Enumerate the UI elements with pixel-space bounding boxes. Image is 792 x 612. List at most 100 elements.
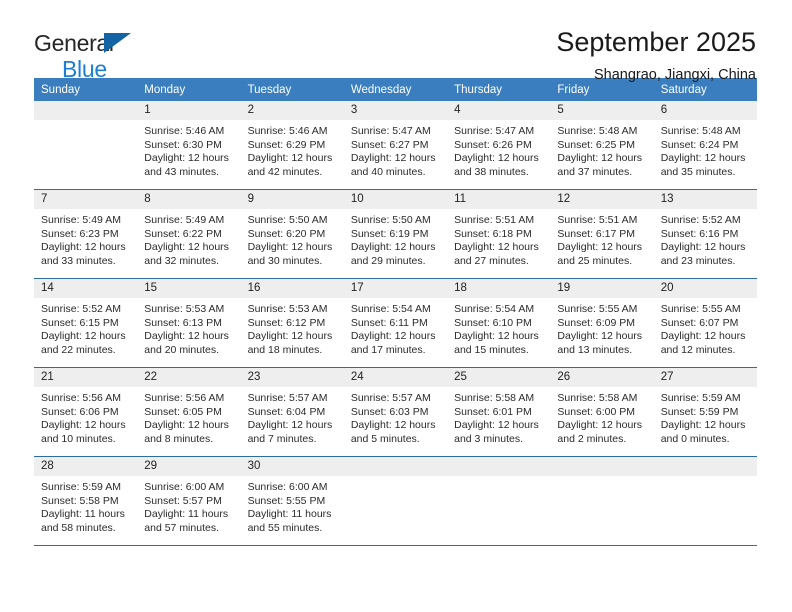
day-cell-inner: 2 Sunrise: 5:46 AM Sunset: 6:29 PM Daylight… (240, 101, 344, 189)
daylight-duration-line1: Daylight: 11 hours (41, 508, 125, 521)
calendar-day-cell[interactable]: 22 Sunrise: 5:56 AM Sunset: 6:05 PM Dayligh… (137, 367, 241, 457)
calendar-day-cell[interactable]: 9 Sunrise: 5:50 AM Sunset: 6:20 PM Daylight… (240, 189, 344, 279)
page-header: General Blue September 2025 Shangrao, Ji… (0, 0, 792, 82)
day-details (344, 476, 447, 481)
calendar-day-cell[interactable]: 24 Sunrise: 5:57 AM Sunset: 6:03 PM Dayligh… (343, 367, 448, 457)
calendar-day-cell[interactable]: 17 Sunrise: 5:54 AM Sunset: 6:11 PM Dayligh… (343, 278, 448, 368)
calendar-day-cell[interactable]: 16 Sunrise: 5:53 AM Sunset: 6:12 PM Dayligh… (240, 278, 344, 368)
day-cell-inner: 11 Sunrise: 5:51 AM Sunset: 6:18 PM Dayligh… (447, 190, 551, 278)
sunset-time: Sunset: 6:17 PM (557, 227, 636, 240)
day-cell-inner: 21 Sunrise: 5:56 AM Sunset: 6:06 PM Dayligh… (34, 368, 138, 456)
calendar-cell-empty (447, 456, 551, 546)
day-details: Sunrise: 5:49 AM Sunset: 6:22 PM Daylight:… (137, 209, 240, 268)
day-number: 19 (550, 279, 654, 298)
day-number: 13 (653, 190, 757, 209)
weekday-header-monday: Monday (137, 78, 241, 101)
sunrise-time: Sunrise: 5:47 AM (454, 125, 535, 137)
day-number: 23 (240, 368, 344, 387)
day-cell-inner: 22 Sunrise: 5:56 AM Sunset: 6:05 PM Dayligh… (137, 368, 241, 456)
calendar-day-cell[interactable]: 15 Sunrise: 5:53 AM Sunset: 6:13 PM Dayligh… (137, 278, 241, 368)
sunrise-time: Sunrise: 5:46 AM (144, 125, 225, 137)
sunrise-time: Sunrise: 5:57 AM (247, 392, 328, 404)
day-details: Sunrise: 5:54 AM Sunset: 6:11 PM Daylight:… (344, 298, 447, 357)
day-cell-inner: 23 Sunrise: 5:57 AM Sunset: 6:04 PM Dayligh… (240, 368, 344, 456)
day-number: 1 (137, 101, 241, 120)
day-number: 24 (343, 368, 448, 387)
calendar-day-cell[interactable]: 20 Sunrise: 5:55 AM Sunset: 6:07 PM Dayligh… (653, 278, 757, 368)
daylight-duration-line2: and 42 minutes. (247, 165, 323, 178)
calendar-body: 1 Sunrise: 5:46 AM Sunset: 6:30 PM Daylight… (34, 101, 757, 546)
day-number: 27 (653, 368, 757, 387)
calendar-day-cell[interactable]: 8 Sunrise: 5:49 AM Sunset: 6:22 PM Daylight… (137, 189, 241, 279)
daylight-duration-line2: and 15 minutes. (454, 343, 529, 356)
daylight-duration-line2: and 7 minutes. (247, 432, 317, 445)
calendar-day-cell[interactable]: 4 Sunrise: 5:47 AM Sunset: 6:26 PM Daylight… (447, 101, 551, 190)
day-cell-inner (34, 101, 138, 189)
calendar-day-cell[interactable]: 13 Sunrise: 5:52 AM Sunset: 6:16 PM Dayligh… (653, 189, 757, 279)
day-number (447, 457, 551, 476)
logo-text-general: General (34, 30, 114, 56)
daylight-duration-line2: and 30 minutes. (247, 254, 323, 267)
day-details: Sunrise: 5:55 AM Sunset: 6:09 PM Daylight:… (550, 298, 653, 357)
calendar-day-cell[interactable]: 21 Sunrise: 5:56 AM Sunset: 6:06 PM Dayligh… (34, 367, 138, 457)
calendar-day-cell[interactable]: 10 Sunrise: 5:50 AM Sunset: 6:19 PM Dayligh… (343, 189, 448, 279)
calendar-day-cell[interactable]: 30 Sunrise: 6:00 AM Sunset: 5:55 PM Dayligh… (240, 456, 344, 546)
day-cell-inner: 27 Sunrise: 5:59 AM Sunset: 5:59 PM Dayligh… (653, 368, 757, 456)
daylight-duration-line1: Daylight: 12 hours (247, 419, 333, 432)
day-number: 6 (653, 101, 757, 120)
logo-line-general: General (34, 30, 131, 56)
sunset-time: Sunset: 6:05 PM (144, 405, 222, 418)
calendar-day-cell[interactable]: 18 Sunrise: 5:54 AM Sunset: 6:10 PM Dayligh… (447, 278, 551, 368)
calendar-day-cell[interactable]: 25 Sunrise: 5:58 AM Sunset: 6:01 PM Dayligh… (447, 367, 551, 457)
sunrise-time: Sunrise: 5:57 AM (350, 392, 431, 404)
calendar-day-cell[interactable]: 12 Sunrise: 5:51 AM Sunset: 6:17 PM Dayligh… (550, 189, 654, 279)
calendar-day-cell[interactable]: 19 Sunrise: 5:55 AM Sunset: 6:09 PM Dayligh… (550, 278, 654, 368)
day-number: 5 (550, 101, 654, 120)
daylight-duration-line1: Daylight: 12 hours (557, 330, 643, 343)
day-details: Sunrise: 5:57 AM Sunset: 6:03 PM Daylight:… (344, 387, 447, 446)
daylight-duration-line2: and 55 minutes. (247, 521, 323, 534)
day-number: 29 (137, 457, 241, 476)
calendar-day-cell[interactable]: 7 Sunrise: 5:49 AM Sunset: 6:23 PM Daylight… (34, 189, 138, 279)
sunrise-time: Sunrise: 6:00 AM (247, 481, 328, 493)
day-cell-inner: 12 Sunrise: 5:51 AM Sunset: 6:17 PM Dayligh… (550, 190, 654, 278)
daylight-duration-line1: Daylight: 12 hours (144, 152, 229, 165)
day-details: Sunrise: 5:53 AM Sunset: 6:12 PM Daylight:… (241, 298, 344, 357)
sunset-time: Sunset: 6:00 PM (557, 405, 636, 418)
page-title: September 2025 (556, 27, 756, 57)
daylight-duration-line2: and 25 minutes. (557, 254, 633, 267)
daylight-duration-line2: and 10 minutes. (41, 432, 116, 445)
calendar-day-cell[interactable]: 11 Sunrise: 5:51 AM Sunset: 6:18 PM Dayligh… (447, 189, 551, 279)
day-details: Sunrise: 5:50 AM Sunset: 6:20 PM Daylight:… (241, 209, 344, 268)
weekday-header-wednesday: Wednesday (343, 78, 448, 101)
calendar-week-row: 28 Sunrise: 5:59 AM Sunset: 5:58 PM Dayligh… (34, 456, 757, 546)
weekday-header-tuesday: Tuesday (240, 78, 344, 101)
calendar-day-cell[interactable]: 6 Sunrise: 5:48 AM Sunset: 6:24 PM Daylight… (653, 101, 757, 190)
day-details: Sunrise: 5:46 AM Sunset: 6:29 PM Daylight:… (241, 120, 344, 179)
calendar-day-cell[interactable]: 1 Sunrise: 5:46 AM Sunset: 6:30 PM Daylight… (137, 101, 241, 190)
day-number: 21 (34, 368, 138, 387)
day-details: Sunrise: 5:50 AM Sunset: 6:19 PM Daylight:… (344, 209, 447, 268)
calendar-day-cell[interactable]: 26 Sunrise: 5:58 AM Sunset: 6:00 PM Dayligh… (550, 367, 654, 457)
sunset-time: Sunset: 6:29 PM (247, 138, 326, 151)
daylight-duration-line1: Daylight: 12 hours (247, 330, 333, 343)
daylight-duration-line1: Daylight: 12 hours (454, 419, 539, 432)
calendar-day-cell[interactable]: 2 Sunrise: 5:46 AM Sunset: 6:29 PM Daylight… (240, 101, 344, 190)
calendar-week-row: 21 Sunrise: 5:56 AM Sunset: 6:06 PM Dayligh… (34, 367, 757, 457)
daylight-duration-line2: and 40 minutes. (350, 165, 426, 178)
day-number: 2 (240, 101, 344, 120)
calendar-day-cell[interactable]: 29 Sunrise: 6:00 AM Sunset: 5:57 PM Dayligh… (137, 456, 241, 546)
day-details: Sunrise: 5:51 AM Sunset: 6:18 PM Daylight:… (447, 209, 550, 268)
calendar-day-cell[interactable]: 3 Sunrise: 5:47 AM Sunset: 6:27 PM Daylight… (343, 101, 448, 190)
calendar-day-cell[interactable]: 23 Sunrise: 5:57 AM Sunset: 6:04 PM Dayligh… (240, 367, 344, 457)
calendar-day-cell[interactable]: 5 Sunrise: 5:48 AM Sunset: 6:25 PM Daylight… (550, 101, 654, 190)
sunrise-time: Sunrise: 5:56 AM (144, 392, 225, 404)
day-details (550, 476, 653, 481)
calendar-day-cell[interactable]: 27 Sunrise: 5:59 AM Sunset: 5:59 PM Dayligh… (653, 367, 757, 457)
sunset-time: Sunset: 6:25 PM (557, 138, 636, 151)
sunrise-time: Sunrise: 5:55 AM (557, 303, 638, 315)
day-cell-inner: 4 Sunrise: 5:47 AM Sunset: 6:26 PM Daylight… (447, 101, 551, 189)
calendar-day-cell[interactable]: 14 Sunrise: 5:52 AM Sunset: 6:15 PM Dayligh… (34, 278, 138, 368)
calendar-day-cell[interactable]: 28 Sunrise: 5:59 AM Sunset: 5:58 PM Dayligh… (34, 456, 138, 546)
daylight-duration-line1: Daylight: 12 hours (557, 152, 643, 165)
